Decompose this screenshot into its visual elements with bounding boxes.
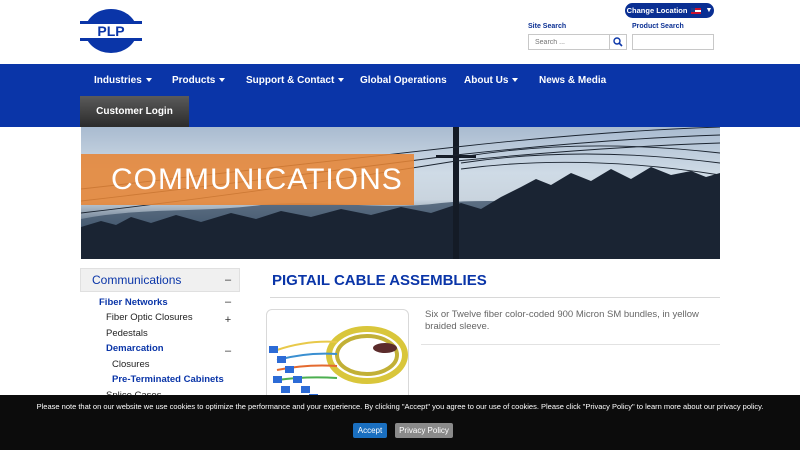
- description-divider: [421, 344, 720, 345]
- search-icon: [613, 37, 623, 47]
- sidebar-item-demarcation[interactable]: Demarcation: [106, 343, 164, 354]
- banner-title: COMMUNICATIONS: [81, 154, 414, 205]
- caret-down-icon: [219, 78, 226, 82]
- site-search-input[interactable]: [528, 34, 610, 50]
- nav-products[interactable]: Products: [172, 73, 226, 87]
- caret-down-icon: [145, 78, 152, 82]
- accept-button[interactable]: Accept: [353, 423, 387, 438]
- nav-global-operations[interactable]: Global Operations: [360, 73, 447, 87]
- sidebar-item-pedestals[interactable]: Pedestals: [106, 328, 148, 339]
- caret-down-icon: [512, 78, 519, 82]
- nav-news-media[interactable]: News & Media: [539, 73, 606, 87]
- nav-industries[interactable]: Industries: [94, 73, 152, 87]
- logo-text: PLP: [97, 23, 124, 39]
- search-button[interactable]: [609, 34, 627, 50]
- plp-logo[interactable]: PLP: [80, 8, 142, 54]
- main-navigation: Industries Products Support & Contact Gl…: [0, 64, 800, 127]
- sidebar-item-pre-terminated-cabinets[interactable]: Pre-Terminated Cabinets: [112, 374, 224, 385]
- product-search-input[interactable]: [632, 34, 714, 50]
- product-image[interactable]: [266, 309, 409, 404]
- page: PLP Change Location ▼ Site Search Produc…: [0, 0, 800, 450]
- product-description: Six or Twelve fiber color-coded 900 Micr…: [425, 309, 699, 332]
- sidebar-item-fiber-optic-closures[interactable]: Fiber Optic Closures: [106, 312, 193, 323]
- caret-down-icon: [338, 78, 345, 82]
- cookie-banner: Please note that on our website we use c…: [0, 395, 800, 450]
- caret-down-icon: ▼: [705, 7, 713, 14]
- site-header: PLP Change Location ▼ Site Search Produc…: [0, 0, 800, 64]
- site-search-label: Site Search: [528, 23, 567, 30]
- us-flag-icon: [691, 7, 702, 14]
- nav-about-us[interactable]: About Us: [464, 73, 519, 87]
- cookie-notice-text: Please note that on our website we use c…: [36, 402, 764, 411]
- nav-support-contact[interactable]: Support & Contact: [246, 73, 345, 87]
- product-search-label: Product Search: [632, 23, 684, 30]
- change-location-label: Change Location: [626, 6, 688, 15]
- title-divider: [270, 297, 720, 298]
- sidebar-heading-communications[interactable]: Communications: [80, 268, 240, 292]
- change-location-button[interactable]: Change Location ▼: [625, 3, 714, 18]
- collapse-icon[interactable]: –: [223, 274, 233, 286]
- sidebar-item-closures[interactable]: Closures: [112, 359, 150, 370]
- collapse-icon[interactable]: –: [223, 296, 233, 308]
- expand-icon[interactable]: +: [223, 314, 233, 326]
- hero-banner: COMMUNICATIONS: [81, 127, 720, 259]
- sidebar-item-fiber-networks[interactable]: Fiber Networks: [99, 297, 168, 308]
- customer-login-button[interactable]: Customer Login: [80, 96, 189, 127]
- page-title: PIGTAIL CABLE ASSEMBLIES: [272, 272, 487, 289]
- collapse-icon[interactable]: –: [223, 345, 233, 357]
- privacy-policy-button[interactable]: Privacy Policy: [395, 423, 453, 438]
